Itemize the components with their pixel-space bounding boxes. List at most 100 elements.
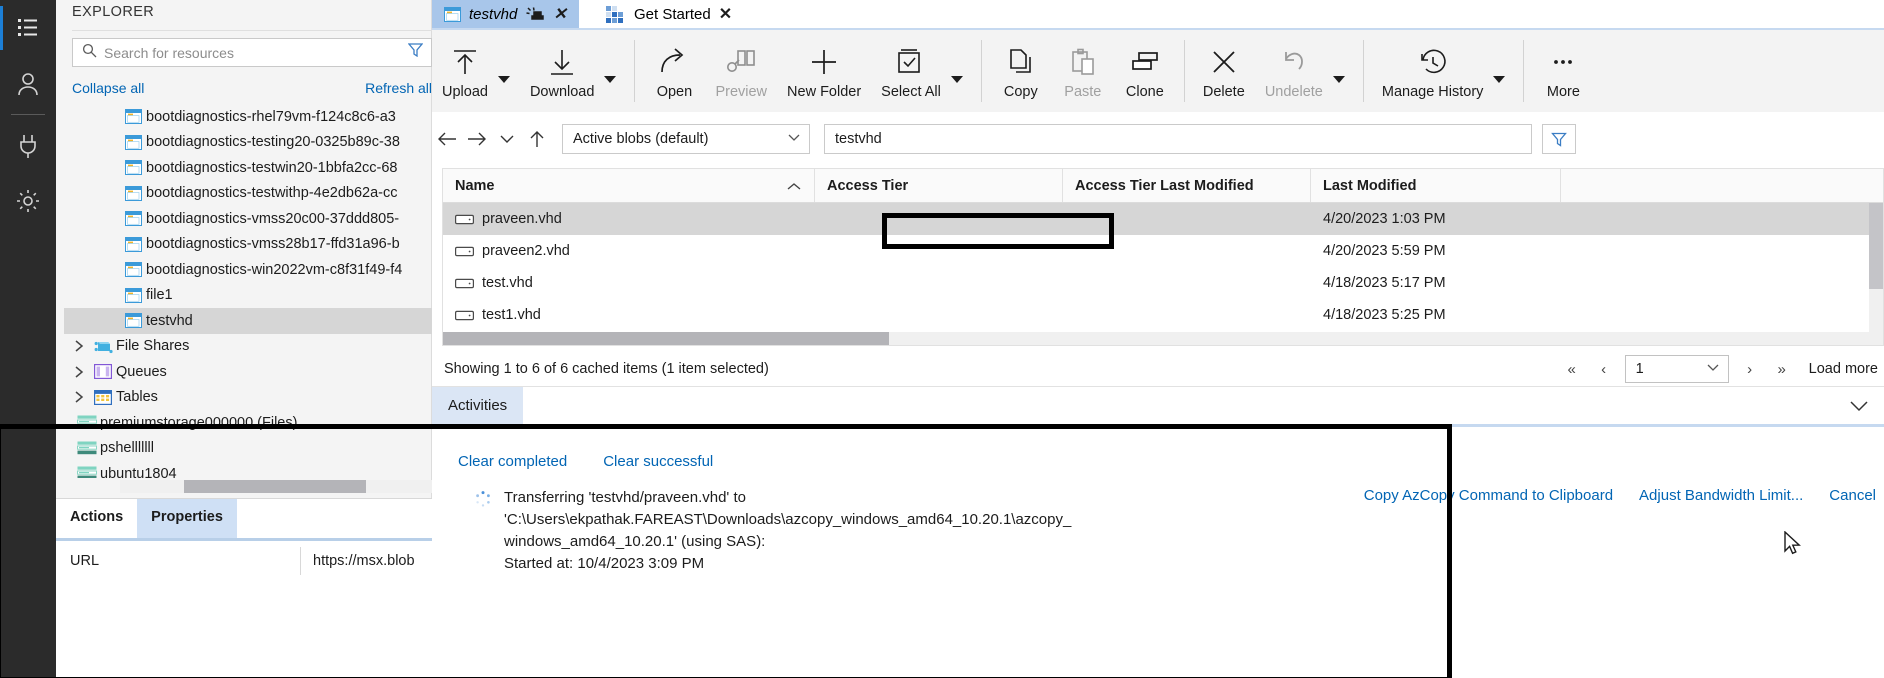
- path-filter-button[interactable]: [1542, 124, 1576, 154]
- toolbar-paste-button[interactable]: Paste: [1052, 30, 1114, 114]
- refresh-all-link[interactable]: Refresh all: [365, 80, 432, 96]
- rail-item-settings[interactable]: [0, 173, 56, 229]
- tree-item[interactable]: bootdiagnostics-rhel79vm-f124c8c6-a3: [64, 104, 432, 130]
- toolbar-clone-button[interactable]: Clone: [1114, 30, 1176, 114]
- toolbar-select-all-dropdown[interactable]: [950, 30, 973, 114]
- path-input[interactable]: [824, 124, 1532, 154]
- tree-item[interactable]: ubuntu1804: [64, 461, 432, 478]
- table-row[interactable]: test.vhd 4/18/2023 5:17 PM: [443, 267, 1883, 299]
- toolbar-select-all-button[interactable]: Select All: [871, 30, 951, 114]
- command-toolbar[interactable]: Upload Download Open Preview New Folder Selec…: [432, 28, 1884, 112]
- tree-item[interactable]: bootdiagnostics-testwithp-4e2db62a-cc: [64, 181, 432, 207]
- blob-container-icon: [124, 313, 142, 329]
- toolbar-manage-history-button[interactable]: Manage History: [1372, 30, 1494, 114]
- up-button[interactable]: [522, 123, 552, 155]
- table-body[interactable]: praveen.vhd 4/20/2023 1:03 PM praveen2.vhd…: [443, 203, 1883, 331]
- tree-item[interactable]: bootdiagnostics-testwin20-1bbfa2cc-68: [64, 155, 432, 181]
- properties-tab-properties[interactable]: Properties: [137, 499, 237, 538]
- search-box[interactable]: [72, 38, 432, 67]
- toolbar-open-button[interactable]: Open: [643, 30, 705, 114]
- tree-item[interactable]: Queues: [64, 359, 432, 385]
- tree-item[interactable]: testvhd: [64, 308, 432, 334]
- table-row[interactable]: praveen2.vhd 4/20/2023 5:59 PM: [443, 235, 1883, 267]
- first-page-button[interactable]: «: [1561, 358, 1583, 380]
- properties-tabbar[interactable]: Actions Properties: [56, 498, 432, 538]
- clear-successful-link[interactable]: Clear successful: [603, 453, 713, 470]
- toolbar-undelete-button[interactable]: Undelete: [1255, 30, 1333, 114]
- open-icon: [659, 48, 689, 76]
- tree-item[interactable]: bootdiagnostics-vmss28b17-ffd31a96-b: [64, 232, 432, 258]
- cell-name: test1.vhd: [443, 307, 815, 323]
- toolbar-new-folder-button[interactable]: New Folder: [777, 30, 871, 114]
- toolbar-divider: [634, 40, 636, 102]
- history-dropdown-button[interactable]: [492, 123, 522, 155]
- last-page-button[interactable]: »: [1771, 358, 1793, 380]
- activity-action-cancel[interactable]: Cancel: [1829, 487, 1876, 504]
- activity-action-links[interactable]: Copy AzCopy Command to Clipboard Adjust B…: [1364, 487, 1876, 504]
- close-icon[interactable]: ✕: [553, 4, 566, 24]
- document-tab-label: testvhd: [469, 5, 518, 23]
- funnel-icon[interactable]: [407, 43, 424, 62]
- paste-icon: [1069, 40, 1097, 84]
- toolbar-delete-button[interactable]: Delete: [1193, 30, 1255, 114]
- tree-item[interactable]: bootdiagnostics-win2022vm-c8f31f49-f4: [64, 257, 432, 283]
- tree-hscrollbar-thumb[interactable]: [184, 480, 366, 493]
- next-page-button[interactable]: ›: [1739, 358, 1761, 380]
- toolbar-manage-history-dropdown[interactable]: [1493, 30, 1515, 114]
- toolbar-preview-button[interactable]: Preview: [705, 30, 777, 114]
- table-row[interactable]: test1.vhd 4/18/2023 5:25 PM: [443, 299, 1883, 331]
- back-button[interactable]: [432, 123, 462, 155]
- tree-item[interactable]: bootdiagnostics-vmss20c00-37ddd805-: [64, 206, 432, 232]
- toolbar-upload-dropdown[interactable]: [497, 30, 520, 114]
- table-vscrollbar[interactable]: [1869, 203, 1883, 345]
- chevron-right-icon[interactable]: [68, 365, 90, 379]
- column-header-name[interactable]: Name: [443, 169, 815, 202]
- tab-activities[interactable]: Activities: [432, 387, 524, 424]
- blob-type-select[interactable]: Active blobs (default): [562, 124, 810, 154]
- tree-item[interactable]: pshelllllll: [64, 436, 432, 462]
- toolbar-copy-button[interactable]: Copy: [990, 30, 1052, 114]
- toolbar-undelete-dropdown[interactable]: [1332, 30, 1355, 114]
- rail-item-connect[interactable]: [0, 117, 56, 173]
- forward-button[interactable]: [462, 123, 492, 155]
- chevron-right-icon[interactable]: [68, 390, 90, 404]
- activity-action-adjust-bandwidth-limit[interactable]: Adjust Bandwidth Limit...: [1639, 487, 1803, 504]
- search-input[interactable]: [104, 44, 408, 61]
- tree-item[interactable]: file1: [64, 283, 432, 309]
- tree-item[interactable]: File Shares: [64, 334, 432, 360]
- table-hscrollbar-thumb[interactable]: [443, 332, 889, 345]
- table-hscrollbar[interactable]: [443, 332, 1871, 345]
- tree-item[interactable]: premiumstorage000000 (Files): [64, 410, 432, 436]
- toolbar-more-button[interactable]: More: [1532, 30, 1594, 114]
- tree-item[interactable]: Tables: [64, 385, 432, 411]
- table-vscrollbar-thumb[interactable]: [1869, 203, 1883, 289]
- prev-page-button[interactable]: ‹: [1593, 358, 1615, 380]
- resource-tree[interactable]: bootdiagnostics-rhel79vm-f124c8c6-a3 boot…: [64, 104, 432, 478]
- column-header-last-modified[interactable]: Last Modified: [1311, 169, 1561, 202]
- toolbar-download-dropdown[interactable]: [604, 30, 626, 114]
- tree-item-label: file1: [146, 287, 173, 304]
- rail-item-account[interactable]: [0, 56, 56, 112]
- chevron-right-icon[interactable]: [68, 339, 90, 353]
- collapse-all-link[interactable]: Collapse all: [72, 80, 144, 96]
- load-more-button[interactable]: Load more: [1809, 361, 1878, 377]
- table-row[interactable]: praveen.vhd 4/20/2023 1:03 PM: [443, 203, 1883, 235]
- column-header-access-tier[interactable]: Access Tier: [815, 169, 1063, 202]
- tree-item[interactable]: bootdiagnostics-testing20-0325b89c-38: [64, 130, 432, 156]
- toolbar-download-button[interactable]: Download: [520, 30, 605, 114]
- rail-item-explorer[interactable]: [0, 0, 56, 56]
- document-tab-testvhd[interactable]: testvhd ✕: [432, 0, 579, 28]
- page-number-select[interactable]: 1: [1624, 355, 1729, 383]
- activity-action-copy-azcopy-command-to-clipboard[interactable]: Copy AzCopy Command to Clipboard: [1364, 487, 1613, 504]
- blob-container-icon: [120, 185, 146, 201]
- close-icon[interactable]: ✕: [719, 4, 732, 24]
- properties-tab-actions[interactable]: Actions: [56, 499, 138, 538]
- document-tab-get-started[interactable]: Get Started ✕: [594, 0, 745, 28]
- open-icon: [659, 40, 689, 84]
- paste-icon: [1069, 48, 1097, 76]
- document-tabstrip[interactable]: testvhd ✕ Get Started ✕: [432, 0, 1884, 28]
- column-header-access-tier-last-modified[interactable]: Access Tier Last Modified: [1063, 169, 1311, 202]
- clear-completed-link[interactable]: Clear completed: [458, 453, 567, 470]
- activities-collapse-button[interactable]: [1848, 387, 1884, 424]
- toolbar-upload-button[interactable]: Upload: [432, 30, 498, 114]
